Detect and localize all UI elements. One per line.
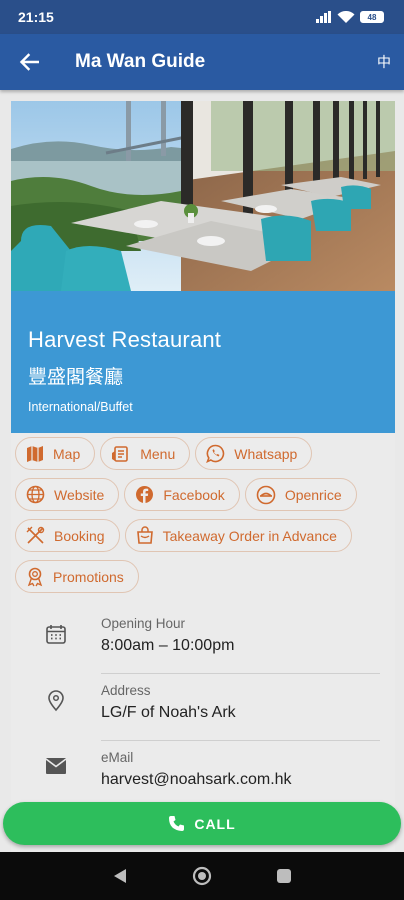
facebook-icon (136, 486, 154, 503)
mail-icon (45, 758, 67, 774)
whatsapp-chip-label: Whatsapp (234, 445, 298, 462)
restaurant-header: Harvest Restaurant 豐盛閣餐廳 International/B… (11, 291, 395, 433)
facebook-chip-label: Facebook (163, 486, 225, 503)
menu-chip[interactable]: Menu (100, 437, 191, 470)
globe-icon (26, 485, 45, 504)
nav-recents-icon[interactable] (276, 868, 292, 884)
restaurant-photo (11, 101, 395, 291)
call-button[interactable]: CALL (3, 802, 401, 845)
address-label: Address (101, 683, 151, 698)
battery-level: 48 (367, 12, 377, 22)
openrice-icon (256, 485, 276, 504)
bag-icon (136, 526, 153, 544)
wifi-icon (337, 10, 355, 23)
award-icon (27, 567, 43, 586)
booking-chip[interactable]: Booking (15, 519, 120, 552)
calendar-icon (46, 625, 66, 644)
status-bar: 21:15 48 (0, 0, 404, 34)
page-title: Ma Wan Guide (75, 51, 206, 72)
system-nav-bar (0, 852, 404, 900)
whatsapp-chip[interactable]: Whatsapp (195, 437, 313, 470)
email-value: harvest@noahsark.com.hk (101, 771, 292, 788)
arrow-left-icon (19, 53, 39, 71)
menu-chip-label: Menu (140, 445, 176, 462)
booking-chip-label: Booking (54, 527, 105, 544)
map-chip-label: Map (53, 445, 81, 462)
restaurant-card: Harvest Restaurant 豐盛閣餐廳 International/B… (11, 101, 395, 861)
signal-icon (316, 11, 331, 23)
website-chip-label: Website (54, 486, 105, 503)
battery-icon: 48 (360, 11, 384, 23)
nav-home-icon[interactable] (192, 866, 212, 886)
promotions-chip[interactable]: Promotions (15, 560, 139, 593)
email-label: eMail (101, 750, 134, 765)
call-button-label: CALL (194, 815, 236, 832)
language-toggle-button[interactable]: 中 (364, 34, 404, 90)
restaurant-name-chinese: 豐盛閣餐廳 (28, 366, 124, 388)
back-button[interactable] (0, 34, 58, 90)
status-time: 21:15 (18, 9, 54, 25)
takeaway-chip[interactable]: Takeaway Order in Advance (124, 519, 352, 552)
restaurant-name: Harvest Restaurant (28, 327, 222, 352)
email-item[interactable]: eMail harvest@noahsark.com.hk (11, 741, 395, 808)
menu-icon (112, 445, 129, 462)
openrice-chip[interactable]: Openrice (244, 478, 357, 511)
address-value: LG/F of Noah's Ark (101, 704, 236, 721)
phone-icon (169, 816, 185, 831)
openrice-chip-label: Openrice (284, 486, 342, 503)
website-chip[interactable]: Website (15, 478, 120, 511)
restaurant-cuisine: International/Buffet (28, 400, 133, 414)
action-chips: Map Menu Whatsapp Website Facebook Openr… (11, 433, 395, 593)
status-icons: 48 (316, 10, 384, 24)
opening-hour-value: 8:00am – 10:00pm (101, 637, 235, 654)
location-pin-icon (48, 690, 64, 712)
facebook-chip[interactable]: Facebook (124, 478, 240, 511)
opening-hour-label: Opening Hour (101, 616, 186, 631)
info-list: Opening Hour 8:00am – 10:00pm Address LG… (11, 607, 395, 808)
whatsapp-icon (206, 444, 225, 463)
map-chip[interactable]: Map (15, 437, 96, 470)
cutlery-icon (26, 526, 45, 544)
address-item[interactable]: Address LG/F of Noah's Ark (11, 674, 395, 741)
opening-hour-item: Opening Hour 8:00am – 10:00pm (11, 607, 395, 674)
takeaway-chip-label: Takeaway Order in Advance (162, 527, 337, 544)
promotions-chip-label: Promotions (53, 568, 124, 585)
map-icon (27, 445, 43, 462)
app-bar: Ma Wan Guide 中 (0, 34, 404, 90)
nav-back-icon[interactable] (112, 868, 128, 884)
